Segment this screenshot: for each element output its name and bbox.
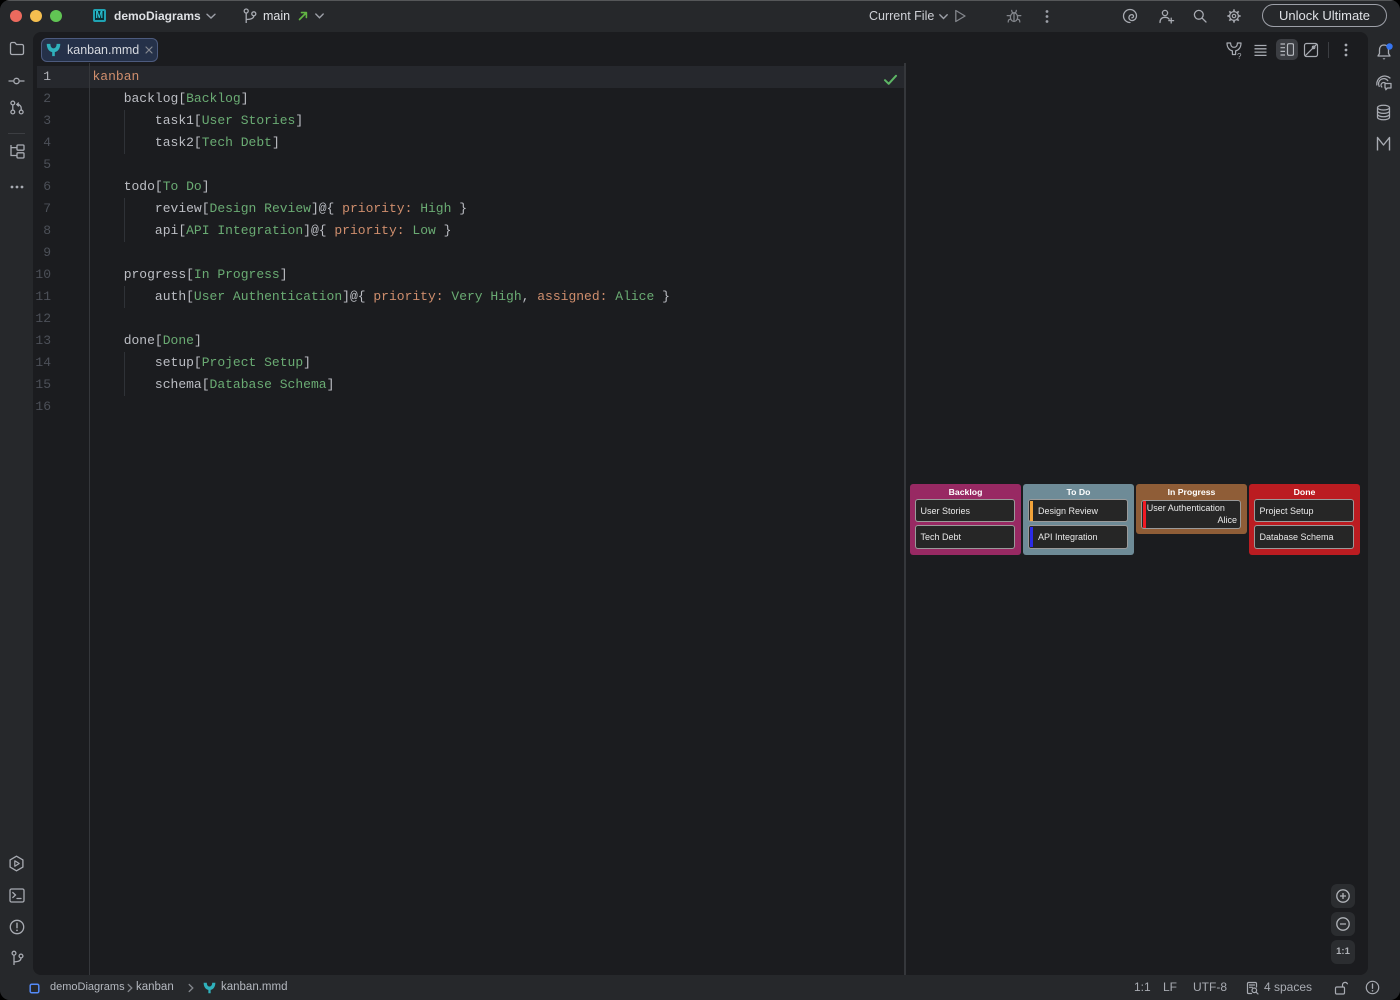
svg-text:?: ? — [1237, 52, 1242, 60]
